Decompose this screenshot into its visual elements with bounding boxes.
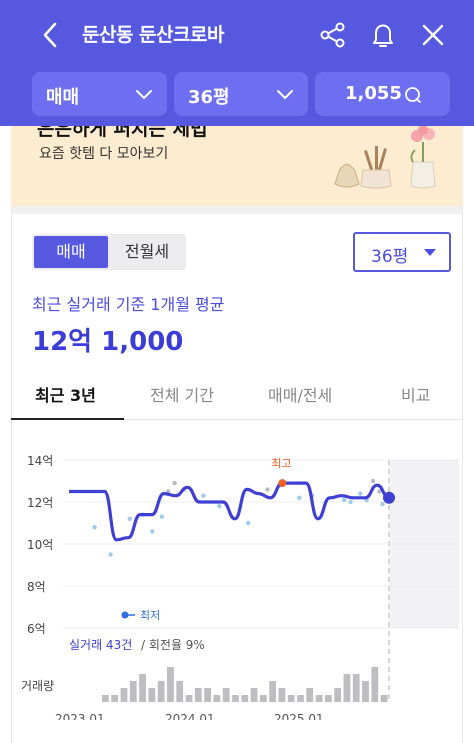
transaction-point: [348, 499, 353, 505]
page-title: 둔산동 둔산크로바: [82, 24, 224, 46]
transaction-point: [159, 514, 164, 519]
volume-bar: [148, 688, 156, 702]
size-select[interactable]: 36평: [353, 232, 451, 272]
volume-bar: [120, 688, 128, 702]
average-price: 12억 1,000: [32, 327, 184, 357]
transaction-point: [246, 520, 251, 526]
transaction-point: [217, 504, 222, 509]
back-arrow-icon[interactable]: [36, 18, 66, 52]
listing-count-button[interactable]: 1,055: [315, 72, 450, 116]
x-tick-label: 2023.01: [55, 712, 105, 720]
trade-type-dropdown[interactable]: 매매: [32, 72, 167, 116]
volume-bar: [222, 688, 230, 702]
volume-bar: [269, 681, 277, 702]
transaction-point: [92, 525, 97, 530]
tab-compare[interactable]: 비교: [401, 382, 430, 406]
transaction-point: [358, 491, 363, 496]
volume-bar: [362, 681, 369, 702]
volume-bar: [176, 681, 184, 702]
tab-recent-3y[interactable]: 최근 3년: [35, 382, 96, 406]
share-icon[interactable]: [316, 18, 350, 52]
size-label: 36평: [188, 87, 230, 108]
y-tick-label: 12억: [27, 496, 53, 510]
price-trend-line: [69, 481, 390, 542]
chat-bubble-icon: [405, 87, 421, 103]
banner-title: 은은하게 퍼지는 제법: [37, 126, 208, 140]
volume-bar: [204, 688, 211, 702]
close-icon[interactable]: [416, 18, 450, 52]
volume-bar: [139, 674, 146, 702]
tab-all-period[interactable]: 전체 기간: [150, 382, 214, 406]
high-marker: [278, 479, 287, 488]
volume-bar: [102, 695, 109, 702]
transaction-point: [265, 487, 270, 492]
volume-bar: [157, 681, 165, 702]
volume-bar: [185, 695, 193, 702]
volume-bar: [306, 688, 314, 702]
period-tabs: 최근 3년 전체 기간 매매/전세 비교: [11, 370, 463, 420]
volume-bar: [287, 695, 295, 702]
toggle-lease[interactable]: 전월세: [110, 236, 184, 268]
transaction-point: [201, 493, 206, 498]
transaction-point: [127, 516, 132, 521]
volume-bar: [250, 688, 258, 702]
section-divider: [11, 206, 463, 214]
volume-bar: [259, 695, 267, 702]
y-tick-label: 8억: [27, 580, 46, 594]
x-tick-label: 2025.01: [274, 712, 324, 720]
volume-bar: [241, 695, 249, 702]
low-label: 최저: [140, 609, 160, 622]
tab-sale-lease[interactable]: 매매/전세: [268, 382, 332, 406]
transaction-point: [150, 529, 155, 534]
volume-bar: [297, 695, 304, 702]
trades-count: 실거래 43건: [69, 638, 132, 652]
y-tick-label: 10억: [27, 538, 53, 552]
volume-bar: [324, 695, 332, 702]
bell-icon[interactable]: [366, 18, 400, 52]
size-dropdown[interactable]: 36평: [174, 72, 308, 116]
dropdown-triangle-icon: [424, 249, 436, 256]
high-label: 최고: [271, 457, 291, 470]
volume-bar: [167, 667, 174, 702]
volume-bar: [352, 674, 360, 702]
transaction-point: [380, 501, 385, 507]
ad-banner[interactable]: 은은하게 퍼지는 제법 요즘 핫템 다 모아보기: [11, 126, 463, 206]
banner-subtitle: 요즘 핫템 다 모아보기: [39, 146, 169, 162]
volume-bar: [213, 695, 221, 702]
volume-bar: [111, 695, 119, 702]
average-label: 최근 실거래 기준 1개월 평균: [32, 295, 225, 314]
transaction-point: [108, 552, 113, 557]
sale-lease-toggle: 매매 전월세: [32, 234, 186, 270]
transaction-point: [172, 480, 177, 486]
volume-bar: [315, 695, 323, 702]
toggle-sale[interactable]: 매매: [34, 236, 108, 268]
top-app-bar: 둔산동 둔산크로바 매매 36평 1,055: [0, 0, 474, 126]
latest-point: [383, 491, 395, 504]
y-tick-label: 6억: [27, 622, 46, 636]
volume-bar: [343, 674, 351, 702]
volume-bar: [129, 681, 137, 702]
transaction-point: [297, 495, 302, 500]
price-chart[interactable]: 14억 12억 10억 8억 6억 최고최저실거래 43건 / 회전율 9% 거래량 2023.…: [11, 440, 463, 720]
y-tick-label: 14억: [27, 454, 53, 468]
trade-type-label: 매매: [46, 87, 80, 108]
volume-bar: [334, 688, 342, 702]
volume-label: 거래량: [21, 679, 54, 693]
chevron-down-icon: [136, 90, 152, 99]
diffuser-image: [334, 126, 436, 189]
volume-bar: [380, 695, 388, 702]
volume-bar: [194, 688, 202, 702]
chevron-down-icon: [277, 90, 293, 99]
active-tab-indicator: [11, 418, 124, 420]
volume-bar: [371, 667, 379, 702]
x-tick-label: 2024.01: [165, 712, 215, 720]
size-select-label: 36평: [371, 247, 409, 267]
transaction-point: [342, 497, 347, 503]
listing-count: 1,055: [345, 83, 402, 104]
volume-bar: [232, 695, 239, 702]
turnover-rate: / 회전율 9%: [141, 638, 205, 652]
volume-bar: [278, 688, 286, 702]
transaction-point: [370, 478, 376, 484]
